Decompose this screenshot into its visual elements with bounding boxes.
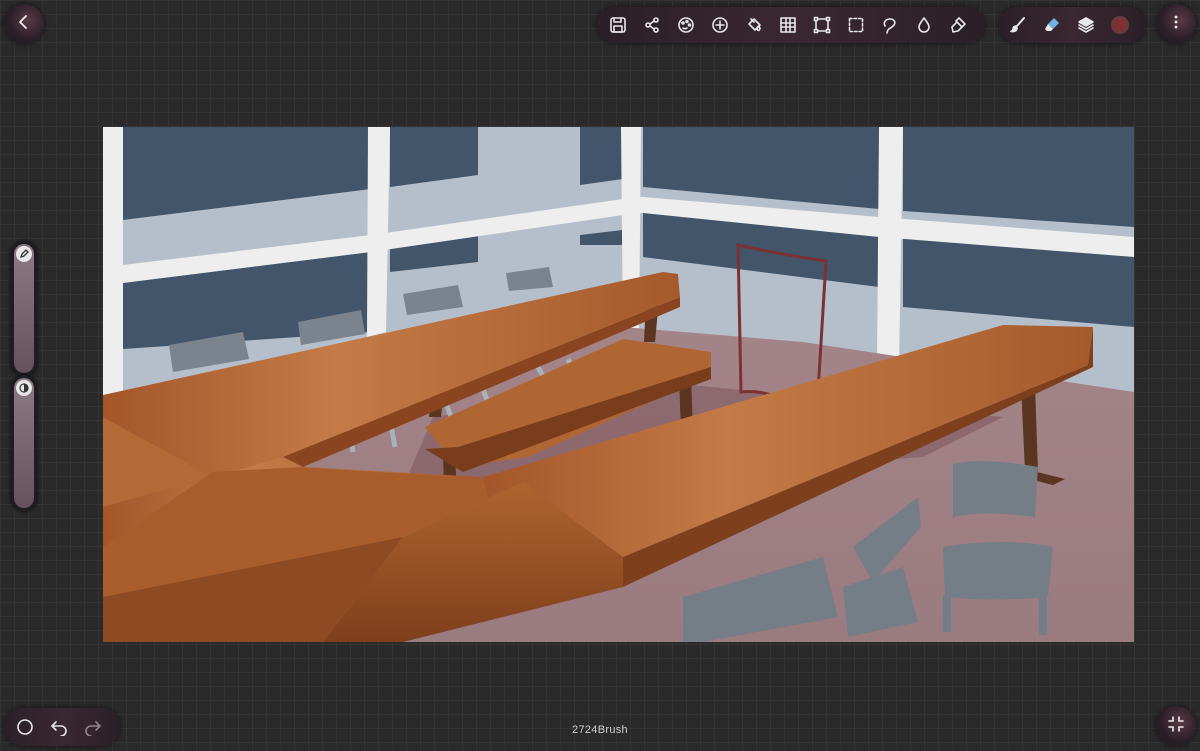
share-button[interactable] (635, 8, 669, 42)
dashed-selection-icon (848, 17, 864, 33)
lasso-button[interactable] (873, 8, 907, 42)
more-vertical-icon (1168, 14, 1184, 35)
opacity-knob[interactable] (16, 380, 32, 396)
color-swatch (1111, 16, 1129, 34)
add-button[interactable] (703, 8, 737, 42)
opacity-track (14, 378, 34, 508)
selection-button[interactable] (839, 8, 873, 42)
brush-name-label: 2724Brush (572, 724, 628, 736)
top-toolbar (597, 7, 985, 43)
eraser-icon (1045, 18, 1059, 31)
fullscreen-button[interactable] (1156, 706, 1196, 746)
brush-icon (1010, 17, 1025, 33)
grid-icon (780, 17, 796, 33)
layers-button[interactable] (1069, 8, 1103, 42)
blur-button[interactable] (907, 8, 941, 42)
more-menu-button[interactable] (1156, 4, 1196, 44)
opacity-icon (19, 383, 29, 393)
brush-size-knob[interactable] (16, 246, 32, 262)
brush-toolbar (999, 7, 1145, 43)
transform-icon (813, 16, 831, 34)
share-icon (645, 17, 659, 33)
save-button[interactable] (601, 8, 635, 42)
droplet-icon (918, 17, 930, 33)
pencil-icon (19, 249, 29, 259)
save-icon (610, 17, 626, 33)
window-pane (903, 127, 1134, 227)
color-button[interactable] (1103, 8, 1137, 42)
drawing-canvas[interactable] (103, 127, 1134, 642)
fill-button[interactable] (737, 8, 771, 42)
smudge-icon (951, 17, 966, 33)
brush-size-slider[interactable] (11, 241, 37, 376)
back-button[interactable] (4, 4, 44, 44)
smudge-button[interactable] (941, 8, 975, 42)
artwork (103, 127, 1134, 642)
transform-button[interactable] (805, 8, 839, 42)
palette-adjust-icon (678, 17, 694, 33)
brush-size-track (14, 244, 34, 373)
window-pane (580, 127, 623, 185)
paint-bucket-icon (748, 18, 761, 32)
opacity-slider[interactable] (11, 375, 37, 511)
eraser-button[interactable] (1035, 8, 1069, 42)
plus-circle-icon (712, 17, 728, 33)
collapse-icon (1167, 715, 1185, 738)
lasso-icon (883, 18, 896, 34)
brush-button[interactable] (1001, 8, 1035, 42)
grid-button[interactable] (771, 8, 805, 42)
layers-icon (1078, 17, 1094, 33)
adjust-button[interactable] (669, 8, 703, 42)
chevron-left-icon (16, 14, 32, 35)
